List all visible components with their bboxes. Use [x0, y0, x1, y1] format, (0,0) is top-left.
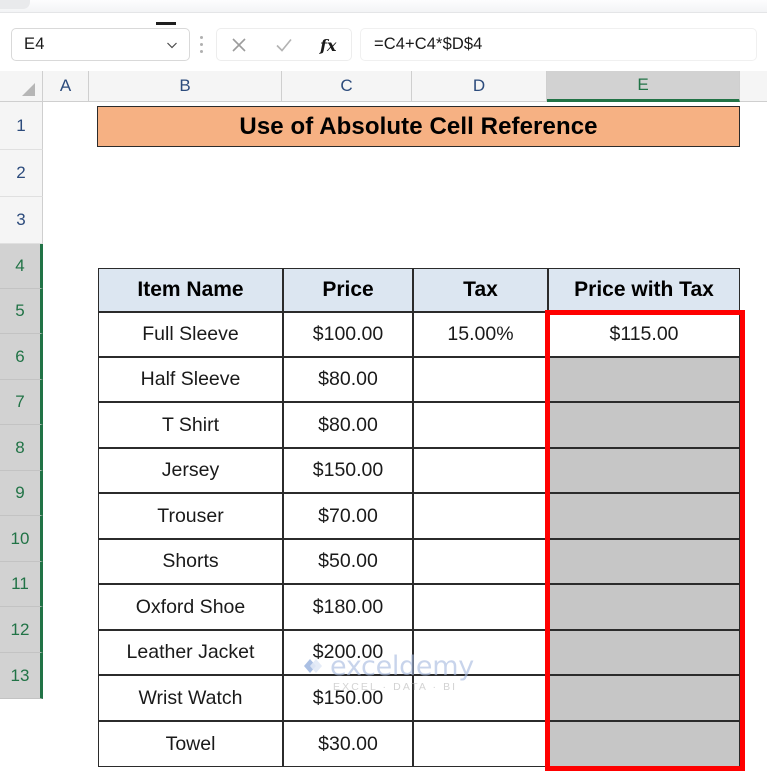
- row-header-13[interactable]: 13: [0, 653, 43, 699]
- table-row[interactable]: Towel: [98, 721, 283, 767]
- formula-input[interactable]: =C4+C4*$D$4: [360, 28, 757, 61]
- chevron-down-icon[interactable]: [165, 38, 179, 52]
- table-row[interactable]: [413, 402, 548, 448]
- table-row[interactable]: $70.00: [283, 493, 413, 539]
- table-row[interactable]: Trouser: [98, 493, 283, 539]
- table-header-item-name[interactable]: Item Name: [98, 268, 283, 312]
- selected-cell-e10[interactable]: [548, 584, 740, 630]
- table-header-price[interactable]: Price: [283, 268, 413, 312]
- ribbon-edge-sliver: [0, 0, 767, 13]
- table-row[interactable]: [413, 675, 548, 721]
- table-row[interactable]: $50.00: [283, 539, 413, 584]
- table-row[interactable]: [413, 630, 548, 675]
- formula-input-value: =C4+C4*$D$4: [374, 35, 483, 53]
- sheet-title-cell[interactable]: Use of Absolute Cell Reference: [97, 106, 740, 147]
- name-box-divider-tick: [156, 22, 176, 25]
- table-row[interactable]: [413, 721, 548, 767]
- selected-cell-e6[interactable]: [548, 402, 740, 448]
- check-icon[interactable]: [271, 32, 297, 58]
- table-row[interactable]: $200.00: [283, 630, 413, 675]
- table-row[interactable]: T Shirt: [98, 402, 283, 448]
- fx-icon[interactable]: fx: [316, 32, 342, 58]
- selected-cell-e9[interactable]: [548, 539, 740, 584]
- table-row[interactable]: $150.00: [283, 675, 413, 721]
- spreadsheet-grid: A B C D E 1 2 3 4 5 6 7 8 9 10 11 12 13 …: [0, 71, 767, 771]
- svg-text:fx: fx: [319, 36, 337, 55]
- row-header-2[interactable]: 2: [0, 150, 43, 197]
- table-header-price-with-tax[interactable]: Price with Tax: [548, 268, 740, 312]
- table-row[interactable]: Half Sleeve: [98, 357, 283, 402]
- table-row[interactable]: [413, 539, 548, 584]
- table-row[interactable]: $30.00: [283, 721, 413, 767]
- table-row[interactable]: $150.00: [283, 448, 413, 493]
- table-row[interactable]: [413, 357, 548, 402]
- kebab-menu-icon[interactable]: [200, 36, 204, 54]
- column-header-b[interactable]: B: [89, 71, 282, 101]
- row-header-1[interactable]: 1: [0, 102, 43, 150]
- selected-cell-e7[interactable]: [548, 448, 740, 493]
- row-header-4[interactable]: 4: [0, 244, 43, 289]
- table-row[interactable]: $100.00: [283, 312, 413, 357]
- row-header-8[interactable]: 8: [0, 425, 43, 471]
- active-cell-e4[interactable]: $115.00: [548, 312, 740, 357]
- name-box-value: E4: [24, 35, 45, 53]
- table-row[interactable]: Leather Jacket: [98, 630, 283, 675]
- select-all-corner-icon[interactable]: [0, 71, 43, 101]
- table-row[interactable]: [413, 493, 548, 539]
- selected-cell-e11[interactable]: [548, 630, 740, 675]
- selected-cell-e12[interactable]: [548, 675, 740, 721]
- column-header-c[interactable]: C: [282, 71, 412, 101]
- selected-cell-e8[interactable]: [548, 493, 740, 539]
- column-header-band: A B C D E: [0, 71, 767, 102]
- row-header-10[interactable]: 10: [0, 516, 43, 562]
- formula-action-group: fx: [216, 28, 352, 61]
- column-header-a[interactable]: A: [43, 71, 89, 101]
- table-row[interactable]: Shorts: [98, 539, 283, 584]
- table-row[interactable]: [413, 584, 548, 630]
- table-row[interactable]: [413, 448, 548, 493]
- column-header-d[interactable]: D: [412, 71, 547, 101]
- table-row[interactable]: $80.00: [283, 357, 413, 402]
- formula-bar-strip: E4 fx =C4+C4*$D$4: [0, 13, 767, 72]
- table-row[interactable]: $80.00: [283, 402, 413, 448]
- table-row[interactable]: 15.00%: [413, 312, 548, 357]
- close-icon[interactable]: [226, 32, 252, 58]
- row-header-3[interactable]: 3: [0, 197, 43, 244]
- table-row[interactable]: $180.00: [283, 584, 413, 630]
- column-header-e[interactable]: E: [547, 71, 740, 102]
- row-header-5[interactable]: 5: [0, 289, 43, 334]
- row-header-12[interactable]: 12: [0, 607, 43, 653]
- row-header-7[interactable]: 7: [0, 380, 43, 425]
- row-header-6[interactable]: 6: [0, 334, 43, 380]
- row-header-11[interactable]: 11: [0, 562, 43, 607]
- name-box[interactable]: E4: [11, 28, 190, 61]
- table-row[interactable]: Oxford Shoe: [98, 584, 283, 630]
- row-header-9[interactable]: 9: [0, 471, 43, 516]
- table-header-tax[interactable]: Tax: [413, 268, 548, 312]
- selected-cell-e13[interactable]: [548, 721, 740, 767]
- selected-cell-e5[interactable]: [548, 357, 740, 402]
- table-row[interactable]: Wrist Watch: [98, 675, 283, 721]
- table-row[interactable]: Full Sleeve: [98, 312, 283, 357]
- table-row[interactable]: Jersey: [98, 448, 283, 493]
